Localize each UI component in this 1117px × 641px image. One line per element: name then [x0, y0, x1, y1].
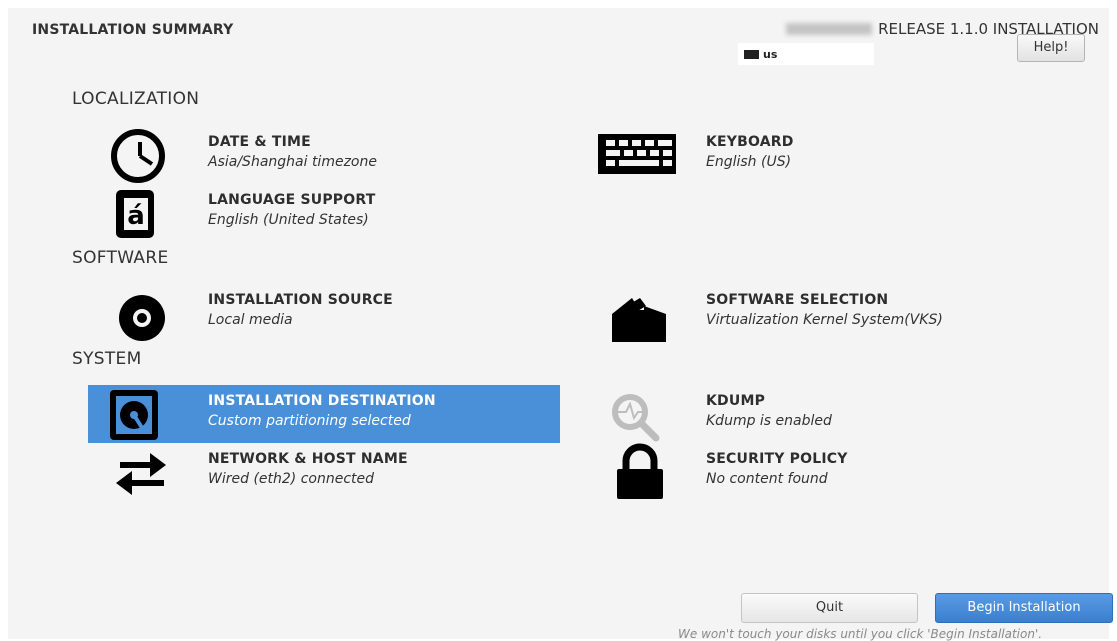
- spoke-label: DATE & TIME: [208, 134, 311, 150]
- spoke-status: Local media: [208, 312, 293, 328]
- keyboard-layout-indicator[interactable]: us: [738, 43, 874, 65]
- spoke-software-selection[interactable]: SOFTWARE SELECTION Virtualization Kernel…: [586, 284, 1046, 342]
- disc-icon: [88, 284, 178, 342]
- spoke-label: INSTALLATION SOURCE: [208, 292, 393, 308]
- spoke-status: Custom partitioning selected: [208, 413, 411, 429]
- spoke-language-support[interactable]: á LANGUAGE SUPPORT English (United State…: [88, 184, 548, 242]
- spoke-status: Virtualization Kernel System(VKS): [706, 312, 943, 328]
- spoke-label: KDUMP: [706, 393, 766, 409]
- section-software: SOFTWARE: [72, 248, 169, 268]
- spoke-status: English (United States): [208, 212, 369, 228]
- language-icon: á: [88, 184, 178, 242]
- begin-installation-button[interactable]: Begin Installation: [935, 593, 1113, 623]
- spoke-label: LANGUAGE SUPPORT: [208, 192, 376, 208]
- quit-button[interactable]: Quit: [741, 593, 918, 623]
- spoke-label: SOFTWARE SELECTION: [706, 292, 889, 308]
- clock-hands: [138, 142, 154, 166]
- spoke-status: English (US): [706, 154, 792, 170]
- spoke-status: Asia/Shanghai timezone: [208, 154, 377, 170]
- spoke-network-host-name[interactable]: NETWORK & HOST NAME Wired (eth2) connect…: [88, 443, 548, 501]
- spoke-status: Kdump is enabled: [706, 413, 832, 429]
- keyboard-small-icon: [744, 49, 759, 59]
- section-localization: LOCALIZATION: [72, 89, 200, 109]
- keyboard-layout-code: us: [763, 47, 778, 61]
- clock-icon: [88, 126, 178, 184]
- magnifier-icon: [586, 385, 676, 443]
- spoke-status: No content found: [706, 471, 828, 487]
- spoke-date-time[interactable]: DATE & TIME Asia/Shanghai timezone: [88, 126, 548, 184]
- spoke-label: SECURITY POLICY: [706, 451, 848, 467]
- package-icon: [586, 284, 676, 342]
- spoke-label: NETWORK & HOST NAME: [208, 451, 408, 467]
- spoke-keyboard[interactable]: KEYBOARD English (US): [586, 126, 1046, 184]
- network-arrows-icon: [88, 443, 178, 501]
- spoke-status: Wired (eth2) connected: [208, 471, 375, 487]
- product-name-redacted: [786, 23, 873, 35]
- keyboard-icon: [586, 126, 680, 184]
- spoke-installation-source[interactable]: INSTALLATION SOURCE Local media: [88, 284, 548, 342]
- installer-window: INSTALLATION SUMMARY RELEASE 1.1.0 INSTA…: [8, 8, 1113, 641]
- spoke-installation-destination[interactable]: INSTALLATION DESTINATION Custom partitio…: [88, 385, 560, 443]
- section-system: SYSTEM: [72, 349, 142, 369]
- spoke-kdump[interactable]: KDUMP Kdump is enabled: [586, 385, 1046, 443]
- lock-icon: [586, 443, 676, 501]
- spoke-label: KEYBOARD: [706, 134, 794, 150]
- spoke-security-policy[interactable]: SECURITY POLICY No content found: [586, 443, 1046, 501]
- svg-text:á: á: [127, 201, 145, 231]
- spoke-label: INSTALLATION DESTINATION: [208, 393, 436, 409]
- help-button[interactable]: Help!: [1017, 34, 1085, 62]
- page-title: INSTALLATION SUMMARY: [32, 22, 234, 38]
- harddisk-icon: [88, 385, 178, 443]
